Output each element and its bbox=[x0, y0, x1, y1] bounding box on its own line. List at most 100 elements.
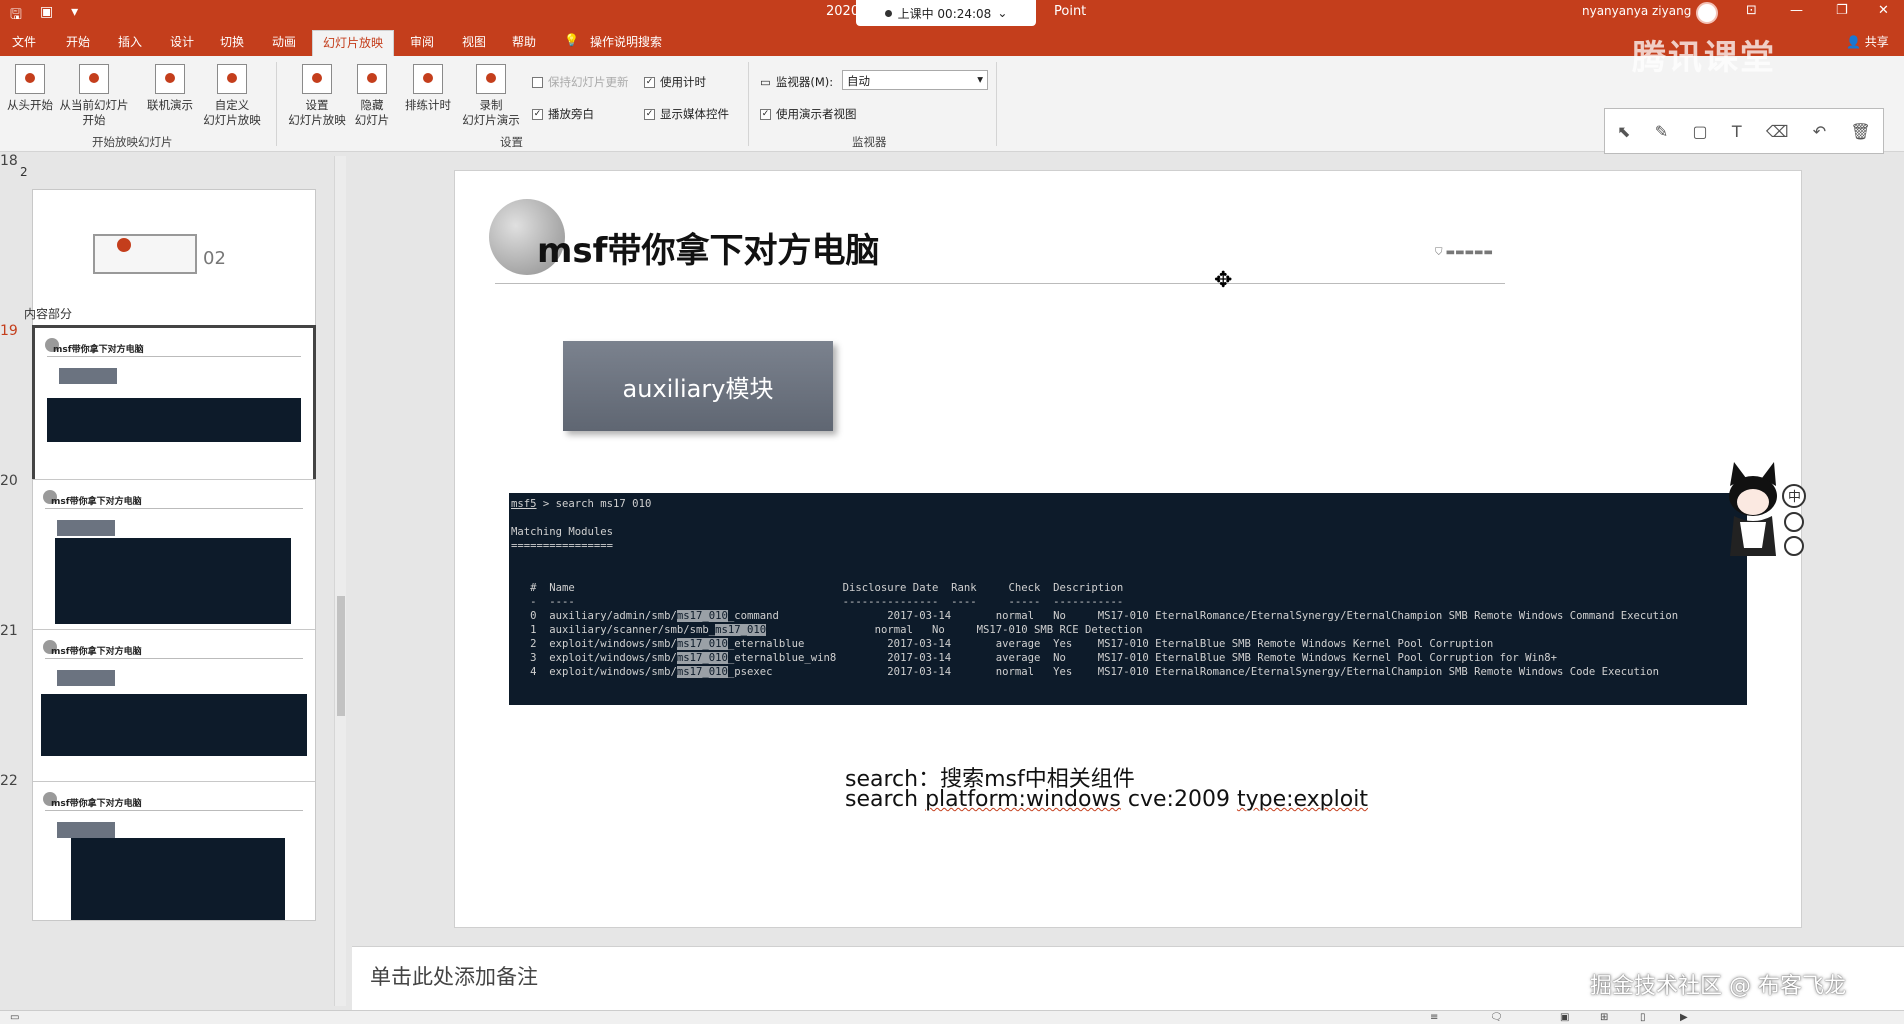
caption-part: platform:windows bbox=[925, 787, 1121, 812]
slideshow-start-icon bbox=[15, 64, 45, 94]
tab-home[interactable]: 开始 bbox=[66, 33, 90, 50]
tab-slideshow[interactable]: 幻灯片放映 bbox=[312, 30, 395, 56]
thumb-terminal bbox=[41, 694, 307, 756]
button-label: 开始 bbox=[82, 113, 106, 127]
section-label-2[interactable]: 2 bbox=[20, 165, 28, 179]
undo-icon[interactable]: ↶ bbox=[1813, 122, 1826, 141]
from-current-slide-button[interactable]: 从当前幻灯片 开始 bbox=[56, 64, 132, 128]
text-icon[interactable]: T bbox=[1732, 122, 1742, 141]
tab-transitions[interactable]: 切换 bbox=[220, 33, 244, 50]
tencent-classroom-logo: 腾讯课堂 bbox=[1632, 30, 1776, 79]
slide-thumbnail-22[interactable]: msf带你拿下对方电脑 bbox=[32, 781, 316, 921]
class-timer-text: 上课中 00:24:08 bbox=[897, 6, 992, 21]
setup-slideshow-button[interactable]: 设置 幻灯片放映 bbox=[284, 64, 350, 128]
monitor-select[interactable]: 自动 ▾ bbox=[842, 70, 988, 90]
checkmark-icon: ✓ bbox=[760, 108, 771, 120]
thumb-title: msf带你拿下对方电脑 bbox=[53, 345, 144, 355]
slide-thumbnail-19[interactable]: msf带你拿下对方电脑 bbox=[32, 325, 316, 485]
row-text: 4 exploit/windows/smb/ bbox=[511, 666, 677, 678]
save-icon[interactable]: 🖫 bbox=[10, 4, 22, 28]
watermark: 掘金技术社区 @ 布客飞龙 bbox=[1590, 974, 1846, 999]
button-label: 录制 bbox=[479, 98, 503, 112]
tab-animations[interactable]: 动画 bbox=[272, 33, 296, 50]
chevron-down-icon: ⌄ bbox=[997, 6, 1008, 20]
customize-qat-icon[interactable]: ▾ bbox=[71, 4, 78, 28]
record-slideshow-button[interactable]: 录制 幻灯片演示 bbox=[456, 64, 526, 128]
pen-icon[interactable]: ✎ bbox=[1655, 122, 1668, 141]
comments-icon[interactable]: 🗨 bbox=[1490, 1012, 1503, 1023]
slideshow-current-icon bbox=[79, 64, 109, 94]
terminal-line: Matching Modules bbox=[511, 526, 614, 538]
title-underline bbox=[495, 283, 1505, 284]
thumb-graphic bbox=[45, 810, 303, 811]
use-timings-checkbox[interactable]: ✓ 使用计时 bbox=[644, 74, 706, 90]
terminal-row: 4 exploit/windows/smb/ms17_010_psexec 20… bbox=[511, 665, 1745, 679]
slide-sorter-icon[interactable]: ⊞ bbox=[1600, 1012, 1608, 1023]
button-label: 幻灯片放映 bbox=[203, 113, 261, 127]
tab-view[interactable]: 视图 bbox=[462, 33, 486, 50]
tab-design[interactable]: 设计 bbox=[170, 33, 194, 50]
tab-tell-me[interactable]: 操作说明搜索 bbox=[590, 33, 662, 50]
notes-toggle-icon[interactable]: ≡ bbox=[1430, 1012, 1438, 1023]
section-label-content[interactable]: 内容部分 bbox=[24, 305, 72, 322]
group-label-monitor: 监视器 bbox=[852, 135, 887, 149]
trash-icon[interactable]: 🗑 bbox=[1850, 122, 1870, 141]
row-text: 3 exploit/windows/smb/ bbox=[511, 652, 677, 664]
present-online-button[interactable]: 联机演示 bbox=[140, 64, 200, 113]
share-button[interactable]: 👤 共享 bbox=[1846, 33, 1889, 50]
monitor-icon: ▭ bbox=[760, 75, 771, 89]
avatar[interactable] bbox=[1696, 2, 1718, 24]
restore-icon[interactable]: ❐ bbox=[1836, 3, 1848, 18]
caption-search-example[interactable]: search platform:windows cve:2009 type:ex… bbox=[845, 787, 1368, 812]
hide-slide-button[interactable]: 隐藏 幻灯片 bbox=[350, 64, 394, 128]
normal-view-icon[interactable]: ▣ bbox=[1560, 1012, 1569, 1023]
terminal-prompt: msf5 bbox=[511, 498, 537, 510]
share-label: 共享 bbox=[1864, 35, 1889, 49]
use-presenter-view-checkbox[interactable]: ✓ 使用演示者视图 bbox=[760, 106, 857, 122]
row-text: _eternalblue_win8 2017-03-14 average No … bbox=[727, 652, 1557, 664]
notes-placeholder[interactable]: 单击此处添加备注 bbox=[370, 961, 538, 991]
tab-insert[interactable]: 插入 bbox=[118, 33, 142, 50]
thumb-graphic: 02 bbox=[203, 248, 226, 269]
row-text: 0 auxiliary/admin/smb/ bbox=[511, 610, 677, 622]
play-narrations-checkbox[interactable]: ✓ 播放旁白 bbox=[532, 106, 594, 122]
slide-canvas[interactable]: msf带你拿下对方电脑 ⛉ ▬▬▬▬▬ auxiliary模块 msf5 > s… bbox=[454, 170, 1802, 928]
class-timer[interactable]: 上课中 00:24:08 ⌄ bbox=[856, 0, 1036, 26]
slide-number: 19 bbox=[0, 323, 18, 339]
from-beginning-button[interactable]: 从头开始 bbox=[4, 64, 56, 113]
terminal-row: 1 auxiliary/scanner/smb/smb_ms17_010 nor… bbox=[511, 623, 1745, 637]
terminal-screenshot: msf5 > search ms17 010 Matching Modules =… bbox=[509, 493, 1747, 705]
tab-help[interactable]: 帮助 bbox=[512, 33, 536, 50]
scrollbar-thumb[interactable] bbox=[337, 596, 345, 716]
rectangle-icon[interactable]: ▢ bbox=[1692, 122, 1707, 141]
minimize-icon[interactable]: — bbox=[1790, 3, 1803, 18]
slide-thumbnail-20[interactable]: msf带你拿下对方电脑 bbox=[32, 479, 316, 639]
custom-slideshow-button[interactable]: 自定义 幻灯片放映 bbox=[196, 64, 268, 128]
show-media-controls-checkbox[interactable]: ✓ 显示媒体控件 bbox=[644, 106, 729, 122]
tab-review[interactable]: 审阅 bbox=[410, 33, 434, 50]
setup-slideshow-icon bbox=[302, 64, 332, 94]
ribbon-display-icon[interactable]: ⊡ bbox=[1746, 3, 1757, 18]
keep-slides-updated-checkbox[interactable]: 保持幻灯片更新 bbox=[532, 74, 629, 90]
button-label: 排练计时 bbox=[405, 98, 451, 112]
eraser-icon[interactable]: ⌫ bbox=[1766, 122, 1789, 141]
presentation-mode-icon[interactable]: ▣ bbox=[40, 4, 53, 28]
tab-file[interactable]: 文件 bbox=[12, 33, 36, 50]
thumb-graphic bbox=[117, 238, 131, 252]
rehearse-timings-button[interactable]: 排练计时 bbox=[400, 64, 456, 113]
slide-title[interactable]: msf带你拿下对方电脑 bbox=[537, 223, 879, 272]
slideshow-view-icon[interactable]: ▶ bbox=[1680, 1012, 1688, 1023]
user-name[interactable]: nyanyanya ziyang bbox=[1582, 4, 1691, 18]
thumbnails-scrollbar[interactable] bbox=[334, 156, 346, 1006]
thumb-graphic bbox=[57, 520, 115, 536]
slide-thumbnail-21[interactable]: msf带你拿下对方电脑 bbox=[32, 629, 316, 789]
caption-part: cve:2009 bbox=[1120, 787, 1237, 812]
row-highlight: ms17_010 bbox=[676, 610, 728, 622]
close-icon[interactable]: ✕ bbox=[1878, 3, 1889, 18]
ribbon-divider bbox=[996, 62, 997, 146]
terminal-dashes: - ---- --------------- ---- ----- ------… bbox=[511, 596, 1124, 608]
reading-view-icon[interactable]: ▯ bbox=[1640, 1012, 1646, 1023]
pointer-icon[interactable]: ⬉ bbox=[1617, 122, 1630, 141]
